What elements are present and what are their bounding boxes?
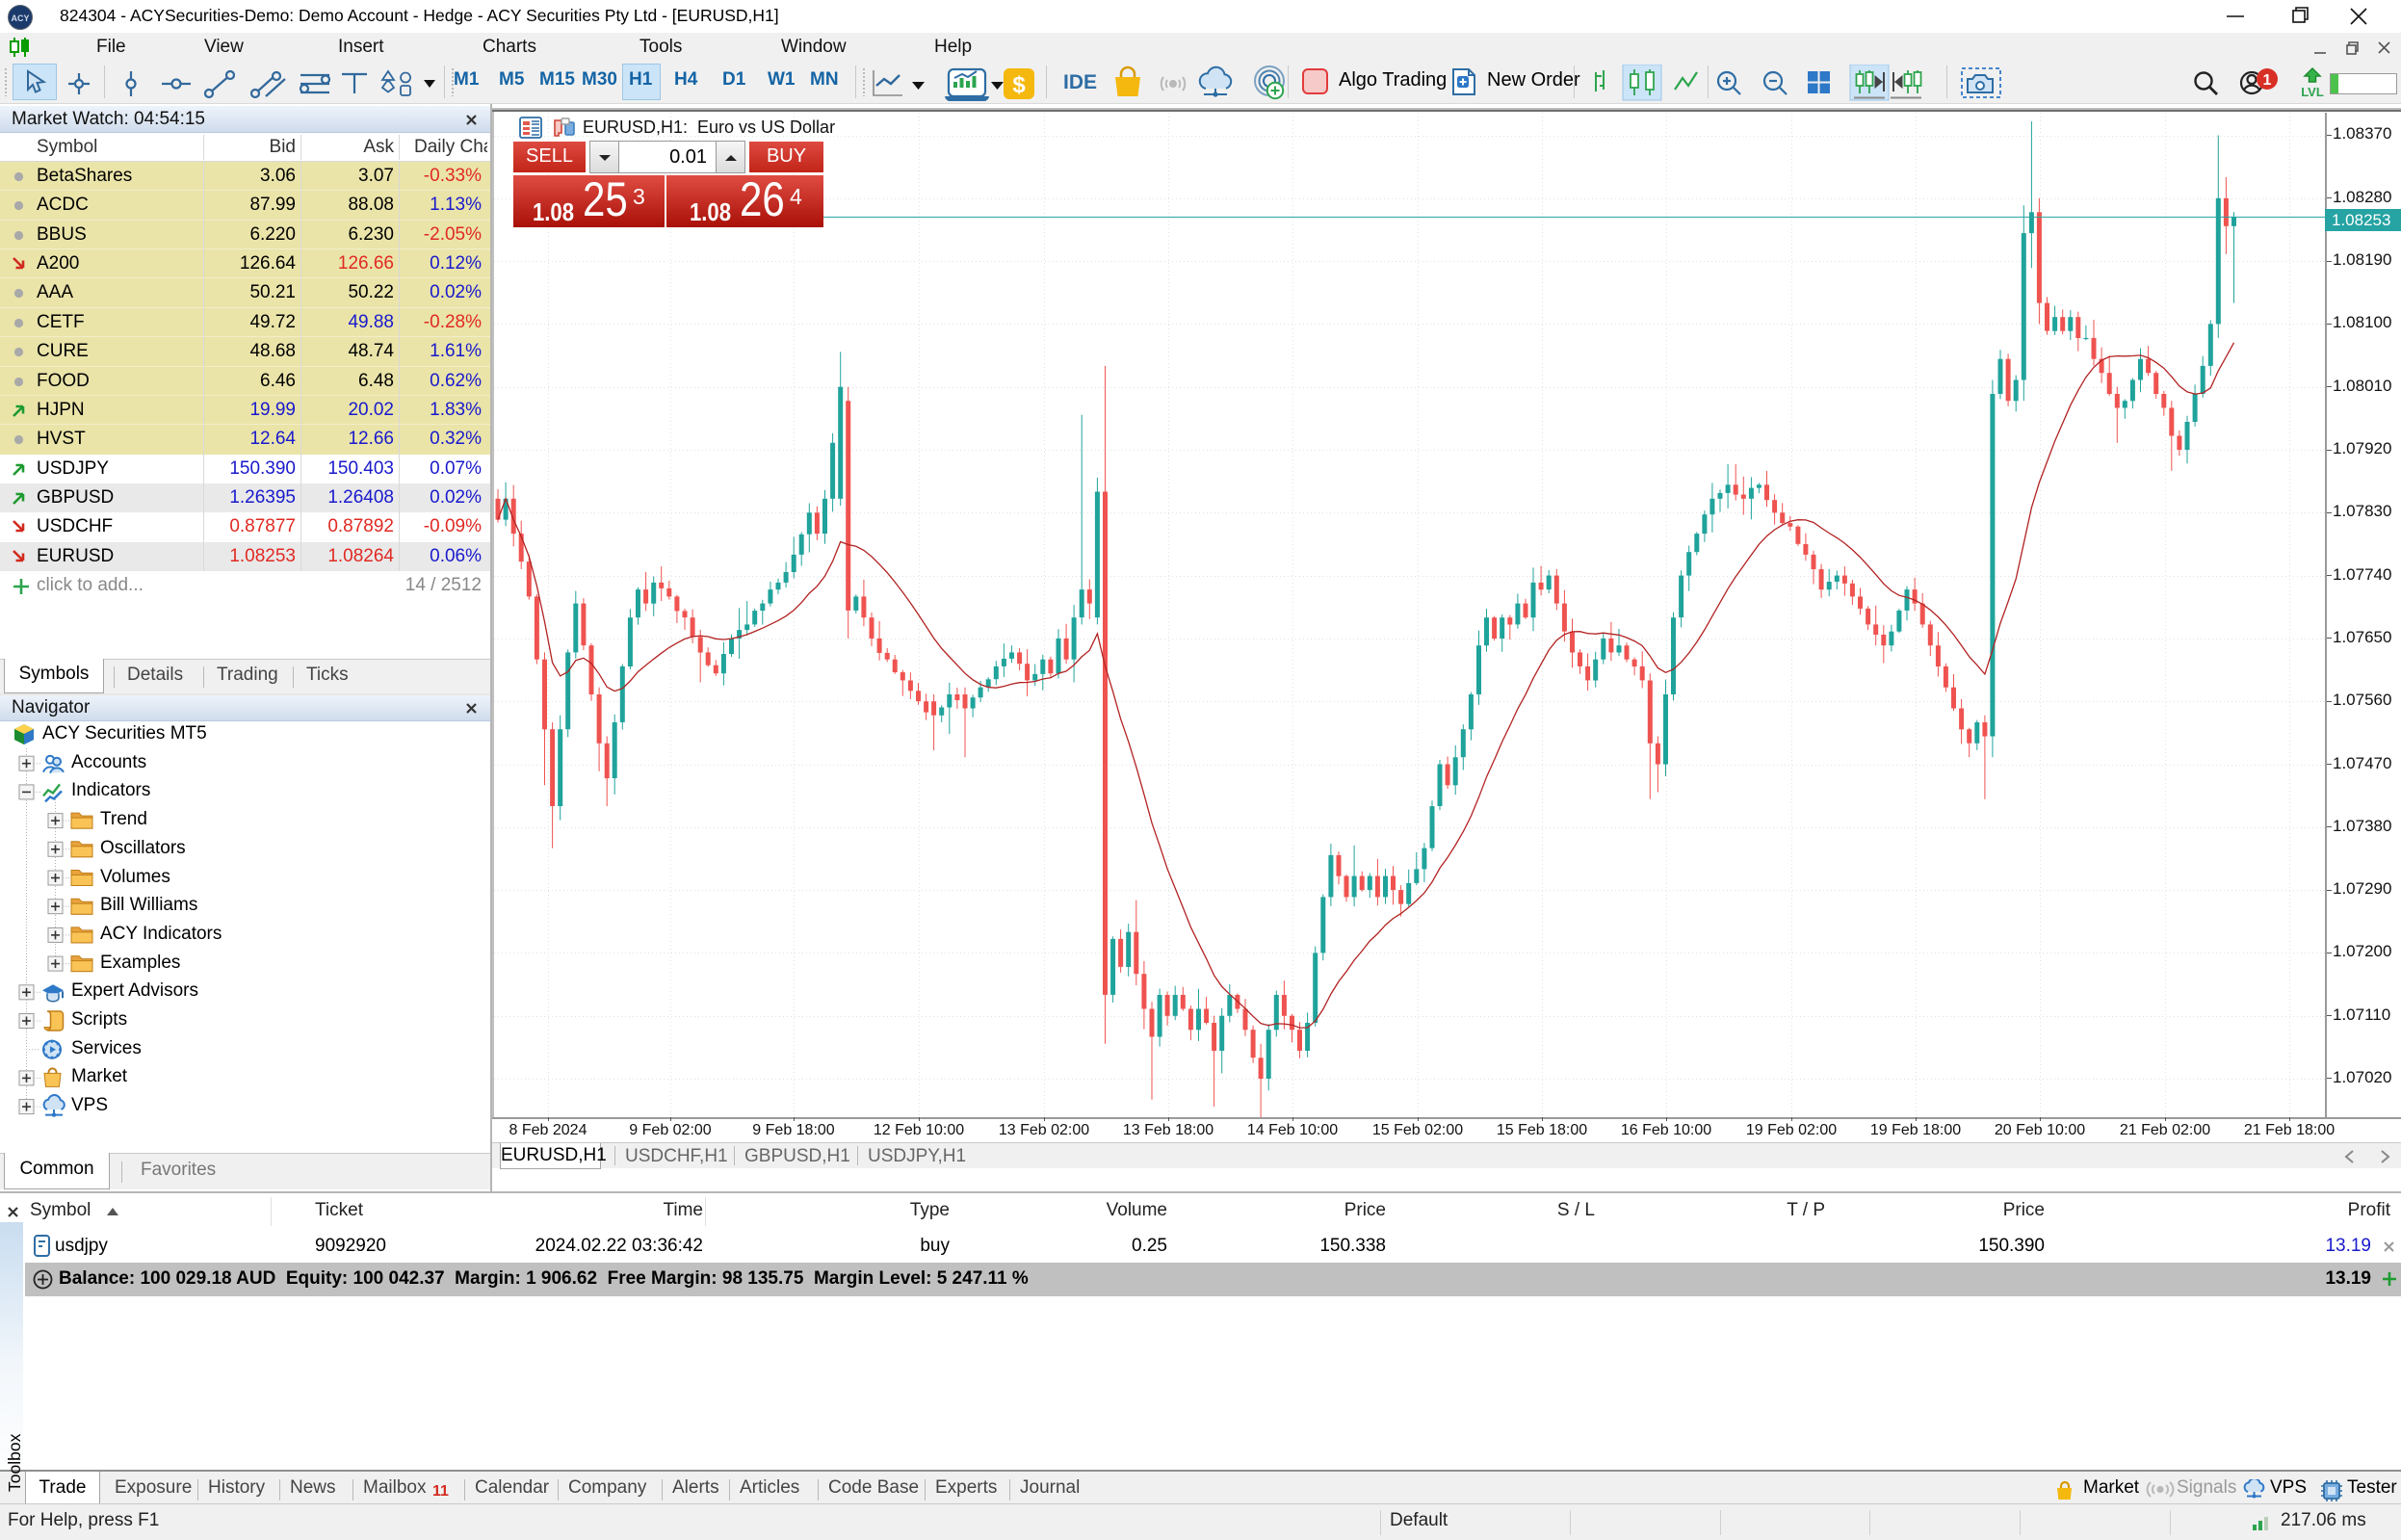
svg-text:$: $ (1012, 72, 1026, 98)
svg-text:1: 1 (2263, 72, 2272, 89)
svg-text:LVL: LVL (2301, 85, 2324, 99)
svg-text:ACY: ACY (11, 13, 29, 23)
